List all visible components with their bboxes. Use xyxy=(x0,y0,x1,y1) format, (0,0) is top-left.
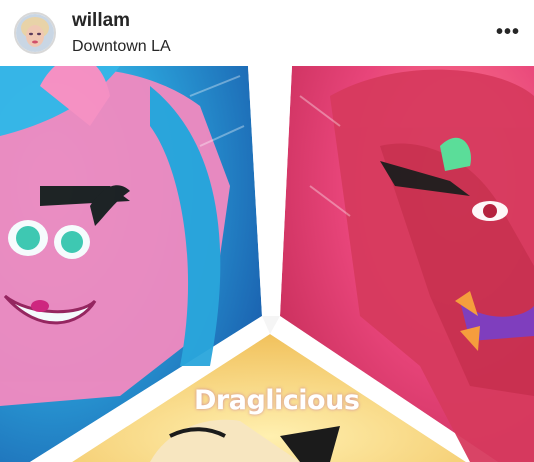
draglicious-watermark: Draglicious xyxy=(194,385,360,416)
blue-character xyxy=(0,66,230,407)
post-media[interactable]: Draglicious xyxy=(0,66,534,462)
more-options-icon[interactable]: ••• xyxy=(496,22,520,42)
post-location[interactable]: Downtown LA xyxy=(72,38,171,56)
user-avatar[interactable] xyxy=(14,12,56,54)
post-header: willam Downtown LA ••• xyxy=(0,0,534,66)
post-username[interactable]: willam xyxy=(72,10,130,32)
avatar-image xyxy=(16,14,54,52)
